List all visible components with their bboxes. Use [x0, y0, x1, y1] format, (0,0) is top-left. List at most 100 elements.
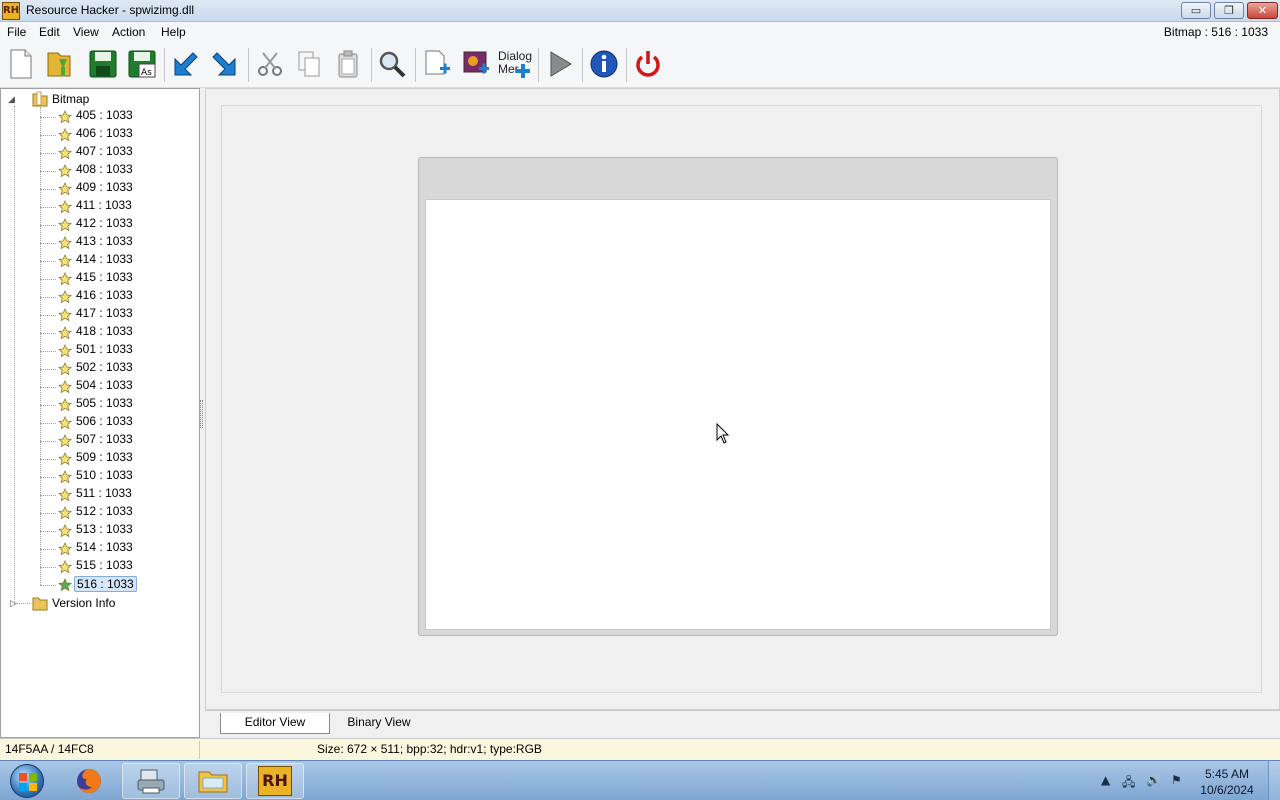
devices-printers-icon: [137, 769, 165, 794]
open-file-icon[interactable]: [43, 47, 77, 81]
tree-node-label: 418 : 1033: [76, 324, 133, 338]
tree-node-label: 408 : 1033: [76, 162, 133, 176]
tree-node-label: 411 : 1033: [76, 198, 132, 212]
minimize-button[interactable]: ▭: [1181, 2, 1211, 19]
clock-time[interactable]: 5:45 AM: [1195, 767, 1259, 781]
tree-guide-line: [40, 333, 56, 334]
save-icon[interactable]: [86, 47, 120, 81]
tree-node-label: 515 : 1033: [76, 558, 133, 572]
star-icon: [58, 290, 72, 304]
tree-node-label: 417 : 1033: [76, 306, 133, 320]
star-icon: [58, 470, 72, 484]
splitter-grip[interactable]: [200, 400, 203, 428]
back-arrow-icon[interactable]: [169, 47, 203, 81]
power-exit-icon[interactable]: [631, 47, 665, 81]
star-icon: [58, 452, 72, 466]
star-icon: [58, 578, 72, 592]
taskbar-resource-hacker[interactable]: RH: [246, 763, 304, 799]
show-hidden-icons-button[interactable]: ▲: [1101, 773, 1110, 787]
tree-guide-line: [40, 135, 56, 136]
volume-icon[interactable]: 🔊: [1146, 773, 1161, 787]
tree-guide-line: [40, 261, 56, 262]
folder-icon: [198, 771, 228, 793]
tree-node-label: 513 : 1033: [76, 522, 133, 536]
status-bar: 14F5AA / 14FC8 Size: 672 × 511; bpp:32; …: [0, 738, 1280, 760]
dialog-menu-button[interactable]: Dialog Mer: [498, 50, 532, 78]
cut-icon[interactable]: [253, 47, 287, 81]
star-icon: [58, 146, 72, 160]
add-resource-icon[interactable]: [420, 47, 454, 81]
tree-node-label: 407 : 1033: [76, 144, 133, 158]
menu-edit[interactable]: Edit: [39, 25, 60, 39]
tree-guide-line: [40, 117, 56, 118]
toolbar-separator: [248, 48, 249, 82]
maximize-button[interactable]: ❐: [1214, 2, 1244, 19]
tree-node-label: 511 : 1033: [76, 486, 132, 500]
mouse-cursor-icon: [716, 423, 730, 444]
close-button[interactable]: ✕: [1247, 2, 1278, 19]
star-icon: [58, 434, 72, 448]
tree-node-label: 509 : 1033: [76, 450, 133, 464]
toolbar-separator: [371, 48, 372, 82]
action-center-flag-icon[interactable]: ⚑: [1171, 773, 1182, 787]
star-icon: [58, 416, 72, 430]
tree-guide-line: [14, 106, 15, 604]
star-icon: [58, 506, 72, 520]
star-icon: [58, 110, 72, 124]
window-title: Resource Hacker - spwizimg.dll: [26, 3, 195, 17]
start-button[interactable]: [4, 762, 50, 800]
windows-logo-icon: [10, 764, 44, 798]
save-as-icon[interactable]: As: [125, 47, 159, 81]
folder-icon: [32, 597, 48, 611]
bitmap-preview-image: [425, 199, 1051, 630]
tree-node-label: 416 : 1033: [76, 288, 133, 302]
plus-icon: [516, 64, 530, 78]
tree-guide-line: [40, 207, 56, 208]
star-icon: [58, 164, 72, 178]
tree-guide-line: [40, 189, 56, 190]
menu-view[interactable]: View: [73, 25, 99, 39]
paste-icon[interactable]: [331, 47, 365, 81]
tree-guide-line: [40, 171, 56, 172]
taskbar-devices[interactable]: [122, 763, 180, 799]
menu-help[interactable]: Help: [161, 25, 186, 39]
tree-guide-line: [40, 315, 56, 316]
tree-node-label: 502 : 1033: [76, 360, 133, 374]
clock-date[interactable]: 10/6/2024: [1195, 783, 1259, 797]
tab-binary-view[interactable]: Binary View: [336, 713, 422, 734]
taskbar-firefox[interactable]: [60, 763, 118, 799]
network-icon[interactable]: 🖧: [1122, 773, 1135, 794]
tree-guide-line: [40, 225, 56, 226]
tab-editor-view[interactable]: Editor View: [220, 713, 330, 734]
forward-arrow-icon[interactable]: [207, 47, 241, 81]
info-icon[interactable]: [587, 47, 621, 81]
menu-action[interactable]: Action: [112, 25, 145, 39]
tree-guide-line: [40, 423, 56, 424]
new-file-icon[interactable]: [4, 47, 38, 81]
star-icon: [58, 326, 72, 340]
status-separator: [199, 741, 200, 759]
star-icon: [58, 560, 72, 574]
menu-file[interactable]: File: [7, 25, 26, 39]
tree-guide-line: [40, 405, 56, 406]
expand-collapse-icon[interactable]: ◢: [8, 94, 15, 105]
tree-guide-line: [40, 567, 56, 568]
search-icon[interactable]: [375, 47, 409, 81]
tree-node-label: 512 : 1033: [76, 504, 133, 518]
tree-node-label: 406 : 1033: [76, 126, 133, 140]
taskbar-explorer[interactable]: [184, 763, 242, 799]
run-script-icon[interactable]: [543, 47, 577, 81]
add-image-icon[interactable]: [459, 47, 493, 81]
show-desktop-button[interactable]: [1268, 761, 1280, 800]
tree-guide-line: [40, 387, 56, 388]
tree-guide-line: [40, 513, 56, 514]
star-icon: [58, 344, 72, 358]
toolbar: As Dialog Mer: [0, 42, 1280, 88]
tree-node-label: 514 : 1033: [76, 540, 133, 554]
tree-node-label: 413 : 1033: [76, 234, 133, 248]
tree-node-label: Version Info: [52, 596, 116, 610]
tree-node-label: 414 : 1033: [76, 252, 133, 266]
copy-icon[interactable]: [292, 47, 326, 81]
resource-hacker-icon: RH: [258, 766, 292, 796]
tree-node-label: 507 : 1033: [76, 432, 133, 446]
